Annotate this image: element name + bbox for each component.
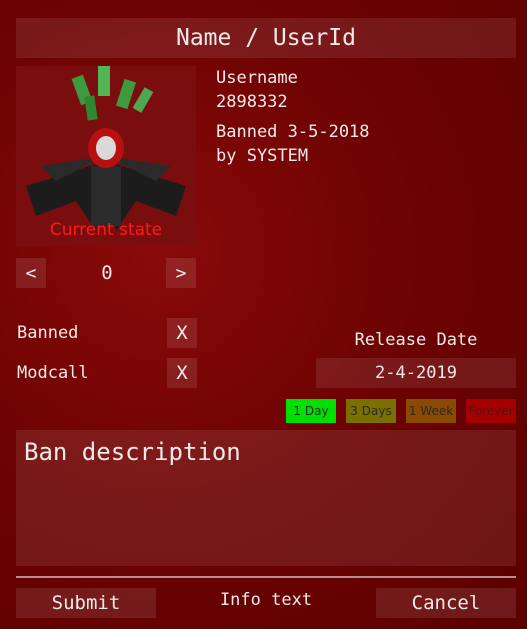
info-text: Info text	[219, 590, 313, 610]
banned-toggle[interactable]: X	[167, 318, 197, 348]
username-label: Username	[216, 68, 298, 88]
ban-description-field[interactable]: Ban description	[16, 430, 516, 566]
banned-by: by SYSTEM	[216, 146, 309, 166]
release-date-value: 2-4-2019	[375, 363, 457, 383]
duration-1-day-button[interactable]: 1 Day	[286, 399, 336, 423]
modcall-toggle[interactable]: X	[167, 358, 197, 388]
divider	[16, 576, 516, 578]
avatar-image	[16, 66, 196, 246]
user-id: 2898332	[216, 92, 288, 112]
ban-description-text: Ban description	[24, 438, 241, 466]
banned-label: Banned	[17, 323, 79, 343]
duration-1-week-button[interactable]: 1 Week	[406, 399, 456, 423]
ban-index: 0	[101, 262, 113, 284]
release-date-label: Release Date	[354, 330, 478, 350]
prev-button[interactable]: <	[16, 258, 46, 288]
release-date-field[interactable]: 2-4-2019	[316, 358, 516, 388]
avatar: Current state	[16, 66, 196, 246]
submit-button[interactable]: Submit	[16, 588, 156, 618]
modcall-label: Modcall	[17, 363, 89, 383]
avatar-caption: Current state	[49, 220, 163, 240]
next-button[interactable]: >	[166, 258, 196, 288]
page-title-text: Name / UserId	[175, 25, 356, 51]
cancel-button[interactable]: Cancel	[376, 588, 516, 618]
page-title: Name / UserId	[16, 18, 516, 58]
duration-3-days-button[interactable]: 3 Days	[346, 399, 396, 423]
banned-date: Banned 3-5-2018	[216, 122, 370, 142]
duration-forever-button[interactable]: Forever	[466, 399, 516, 423]
